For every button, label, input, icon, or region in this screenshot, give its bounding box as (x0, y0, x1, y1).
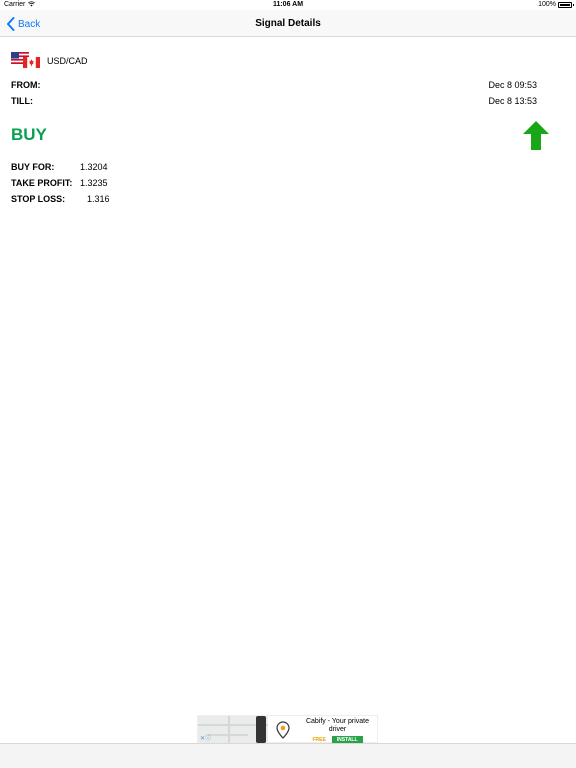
status-bar: Carrier 11:06 AM 100% (0, 0, 576, 10)
stop-loss-label: STOP LOSS: (11, 194, 66, 204)
ad-close-icon[interactable]: ✕ⓘ (200, 733, 211, 742)
take-profit-row: TAKE PROFIT: 1.3235 (11, 178, 108, 188)
up-arrow-icon (523, 121, 549, 150)
ad-banner[interactable]: ✕ⓘ Cabify - Your private driver FREE INS… (197, 715, 378, 744)
canada-flag-icon (23, 57, 40, 68)
till-value: Dec 8 13:53 (488, 96, 537, 106)
navigation-bar: Back Signal Details (0, 10, 576, 37)
from-value: Dec 8 09:53 (488, 80, 537, 90)
battery-percent: 100% (538, 1, 556, 8)
stop-loss-value: 1.316 (87, 194, 110, 204)
page-title: Signal Details (255, 18, 321, 29)
till-row: TILL: Dec 8 13:53 (11, 96, 537, 106)
take-profit-value: 1.3235 (80, 178, 108, 188)
buy-for-row: BUY FOR: 1.3204 (11, 162, 108, 172)
ad-content: Cabify - Your private driver FREE INSTAL… (298, 716, 377, 744)
currency-flags (11, 52, 41, 70)
till-label: TILL: (11, 96, 33, 106)
signal-direction: BUY (11, 125, 47, 144)
buy-for-label: BUY FOR: (11, 162, 55, 172)
ad-map-image: ✕ⓘ (198, 716, 268, 743)
buy-for-value: 1.3204 (80, 162, 108, 172)
from-label: FROM: (11, 80, 41, 90)
battery-icon (558, 2, 574, 8)
bottom-toolbar (0, 743, 576, 768)
stop-loss-row: STOP LOSS: 1.316 (11, 194, 110, 204)
currency-pair: USD/CAD (11, 52, 88, 70)
location-pin-icon (268, 716, 298, 743)
ad-phone-image (256, 716, 266, 743)
clock: 11:06 AM (272, 1, 304, 8)
ad-title: Cabify - Your private driver (305, 718, 370, 733)
take-profit-label: TAKE PROFIT: (11, 178, 73, 188)
from-row: FROM: Dec 8 09:53 (11, 80, 537, 90)
currency-pair-label: USD/CAD (47, 56, 88, 66)
